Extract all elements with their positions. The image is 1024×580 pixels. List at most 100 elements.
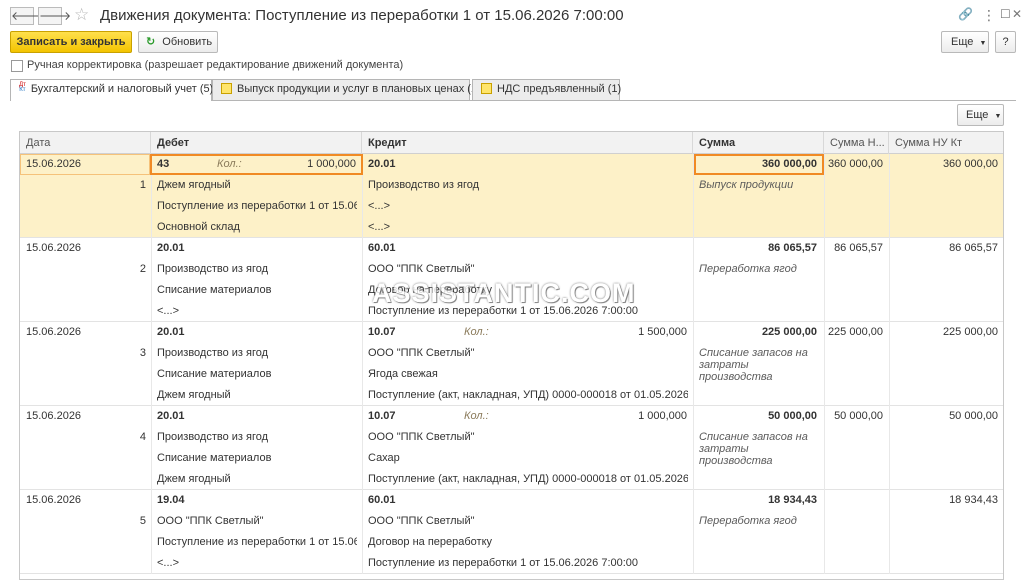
credit-subconto-1: Производство из ягод <box>368 179 480 191</box>
refresh-label: Обновить <box>162 36 213 48</box>
posting-number: 2 <box>139 263 146 275</box>
window-titlebar: 🡐 🡒 ☆ Движения документа: Поступление из… <box>0 0 1024 32</box>
credit-qty-label <box>464 238 524 259</box>
more-menu-icon[interactable]: ⋮ <box>982 7 996 24</box>
forward-arrow-icon[interactable]: 🡒 <box>38 7 71 25</box>
credit-subconto-3: Поступление (акт, накладная, УПД) 0000-0… <box>368 473 688 485</box>
maximize-icon[interactable]: ☐ <box>1000 7 1011 21</box>
column-divider <box>824 238 825 322</box>
grid-more-label: Еще <box>966 109 989 121</box>
posting-content: Переработка ягод <box>699 263 797 275</box>
refresh-icon: ↻ <box>146 36 156 48</box>
back-arrow-icon[interactable]: 🡐 <box>10 7 43 25</box>
credit-qty: 1 500,000 <box>638 326 687 338</box>
sum-nu-debit: 86 065,57 <box>834 242 883 254</box>
column-divider <box>362 490 363 574</box>
debit-subconto-1: Производство из ягод <box>157 263 269 275</box>
column-divider <box>889 154 890 238</box>
table-header: Дата Дебет Кредит Сумма Сумма Н... Сумма… <box>20 132 1003 154</box>
sum-nu-credit: 86 065,57 <box>949 242 998 254</box>
save-and-close-button[interactable]: Записать и закрыть <box>10 31 132 53</box>
debit-subconto-2: Поступление из переработки 1 от 15.06...… <box>157 536 357 548</box>
column-header-sum-nu-kt[interactable]: Сумма НУ Кт <box>889 132 1003 154</box>
column-divider <box>824 406 825 490</box>
credit-account: 60.01 <box>368 242 396 254</box>
link-icon[interactable]: 🔗 <box>958 7 973 21</box>
debit-qty <box>256 238 356 259</box>
sum-nu-debit: 360 000,00 <box>827 158 883 170</box>
favorite-star-icon[interactable]: ☆ <box>74 5 89 25</box>
column-header-sum-nu-dt[interactable]: Сумма Н... <box>824 132 889 154</box>
posting-amount: 86 065,57 <box>768 242 817 254</box>
postings-table[interactable]: Дата Дебет Кредит Сумма Сумма Н... Сумма… <box>19 131 1004 580</box>
posting-amount: 18 934,43 <box>768 494 817 506</box>
column-divider <box>824 154 825 238</box>
column-header-date[interactable]: Дата <box>20 132 151 154</box>
column-header-amount[interactable]: Сумма <box>693 132 824 154</box>
column-divider <box>362 322 363 406</box>
posting-date: 15.06.2026 <box>26 242 82 254</box>
sum-nu-credit: 50 000,00 <box>949 410 998 422</box>
column-divider <box>693 406 694 490</box>
credit-account: 20.01 <box>368 158 396 170</box>
watermark: ASSISTANTIC.COM <box>372 278 636 308</box>
manual-edit-label: Ручная корректировка (разрешает редактир… <box>27 59 404 71</box>
posting-amount: 225 000,00 <box>761 326 817 338</box>
credit-subconto-3: <...> <box>368 221 391 233</box>
debit-subconto-1: Джем ягодный <box>157 179 231 191</box>
window-title: Движения документа: Поступление из перер… <box>100 7 624 24</box>
tab-production-output[interactable]: Выпуск продукции и услуг в плановых цена… <box>212 79 481 100</box>
credit-subconto-2: Ягода свежая <box>368 368 438 380</box>
dropdown-triangle-icon: ▼ <box>979 40 987 47</box>
tab-production-output-label: Выпуск продукции и услуг в плановых цена… <box>237 83 481 95</box>
credit-qty-label: Кол.: <box>464 410 489 422</box>
sum-nu-credit: 18 934,43 <box>949 494 998 506</box>
table-row[interactable]: 15.06.2026 4 20.01 Производство из ягод Спис… <box>20 406 1003 490</box>
debit-subconto-1: Производство из ягод <box>157 431 269 443</box>
credit-account: 10.07 <box>368 326 396 338</box>
column-divider <box>151 322 152 406</box>
table-row[interactable]: 15.06.2026 5 19.04 ООО "ППК Светлый" Поступл… <box>20 490 1003 574</box>
posting-date: 15.06.2026 <box>26 494 82 506</box>
debit-subconto-2: Поступление из переработки 1 от 15.06...… <box>157 200 357 212</box>
table-row[interactable]: 15.06.2026 3 20.01 Производство из ягод Спис… <box>20 322 1003 406</box>
credit-subconto-2: <...> <box>368 200 391 212</box>
credit-subconto-2: Договор на переработку <box>368 536 493 548</box>
close-icon[interactable]: ✕ <box>1012 7 1022 21</box>
debit-subconto-3: Основной склад <box>157 221 240 233</box>
debit-subconto-1: Производство из ягод <box>157 347 269 359</box>
credit-subconto-1: ООО "ППК Светлый" <box>368 431 475 443</box>
debit-subconto-2: Списание материалов <box>157 284 272 296</box>
credit-account: 60.01 <box>368 494 396 506</box>
table-row[interactable]: 15.06.2026 1 43 Кол.: 1 000,000 Джем ягодный П… <box>20 154 1003 238</box>
sum-nu-debit <box>826 490 883 511</box>
debit-subconto-3: Джем ягодный <box>157 473 231 485</box>
tab-accounting-label: Бухгалтерский и налоговый учет (5) <box>30 83 214 95</box>
manual-edit-checkbox[interactable] <box>11 60 23 72</box>
column-divider <box>824 490 825 574</box>
grid-more-button[interactable]: Еще ▼ <box>957 104 1004 126</box>
register-icon <box>221 83 232 94</box>
column-header-credit[interactable]: Кредит <box>362 132 693 154</box>
credit-qty-label <box>464 490 524 511</box>
credit-qty-label <box>464 154 524 175</box>
tab-vat[interactable]: НДС предъявленный (1) <box>472 79 621 100</box>
column-divider <box>693 238 694 322</box>
column-divider <box>151 490 152 574</box>
posting-number: 1 <box>139 179 146 191</box>
posting-content: Списание запасов на затраты производства <box>699 431 808 467</box>
help-button[interactable]: ? <box>995 31 1016 53</box>
tab-accounting[interactable]: Дт Кт Бухгалтерский и налоговый учет (5) <box>10 79 214 101</box>
column-divider <box>362 406 363 490</box>
credit-qty <box>586 238 687 259</box>
debit-subconto-2: Списание материалов <box>157 452 272 464</box>
sum-nu-debit: 50 000,00 <box>834 410 883 422</box>
debit-qty <box>256 490 356 511</box>
more-button[interactable]: Еще ▼ <box>941 31 989 53</box>
debit-subconto-3: <...> <box>157 557 180 569</box>
refresh-button[interactable]: ↻ Обновить <box>138 31 218 53</box>
dropdown-triangle-icon: ▼ <box>994 113 1002 120</box>
debit-subconto-3: Джем ягодный <box>157 389 231 401</box>
column-divider <box>362 238 363 322</box>
column-header-debit[interactable]: Дебет <box>151 132 362 154</box>
